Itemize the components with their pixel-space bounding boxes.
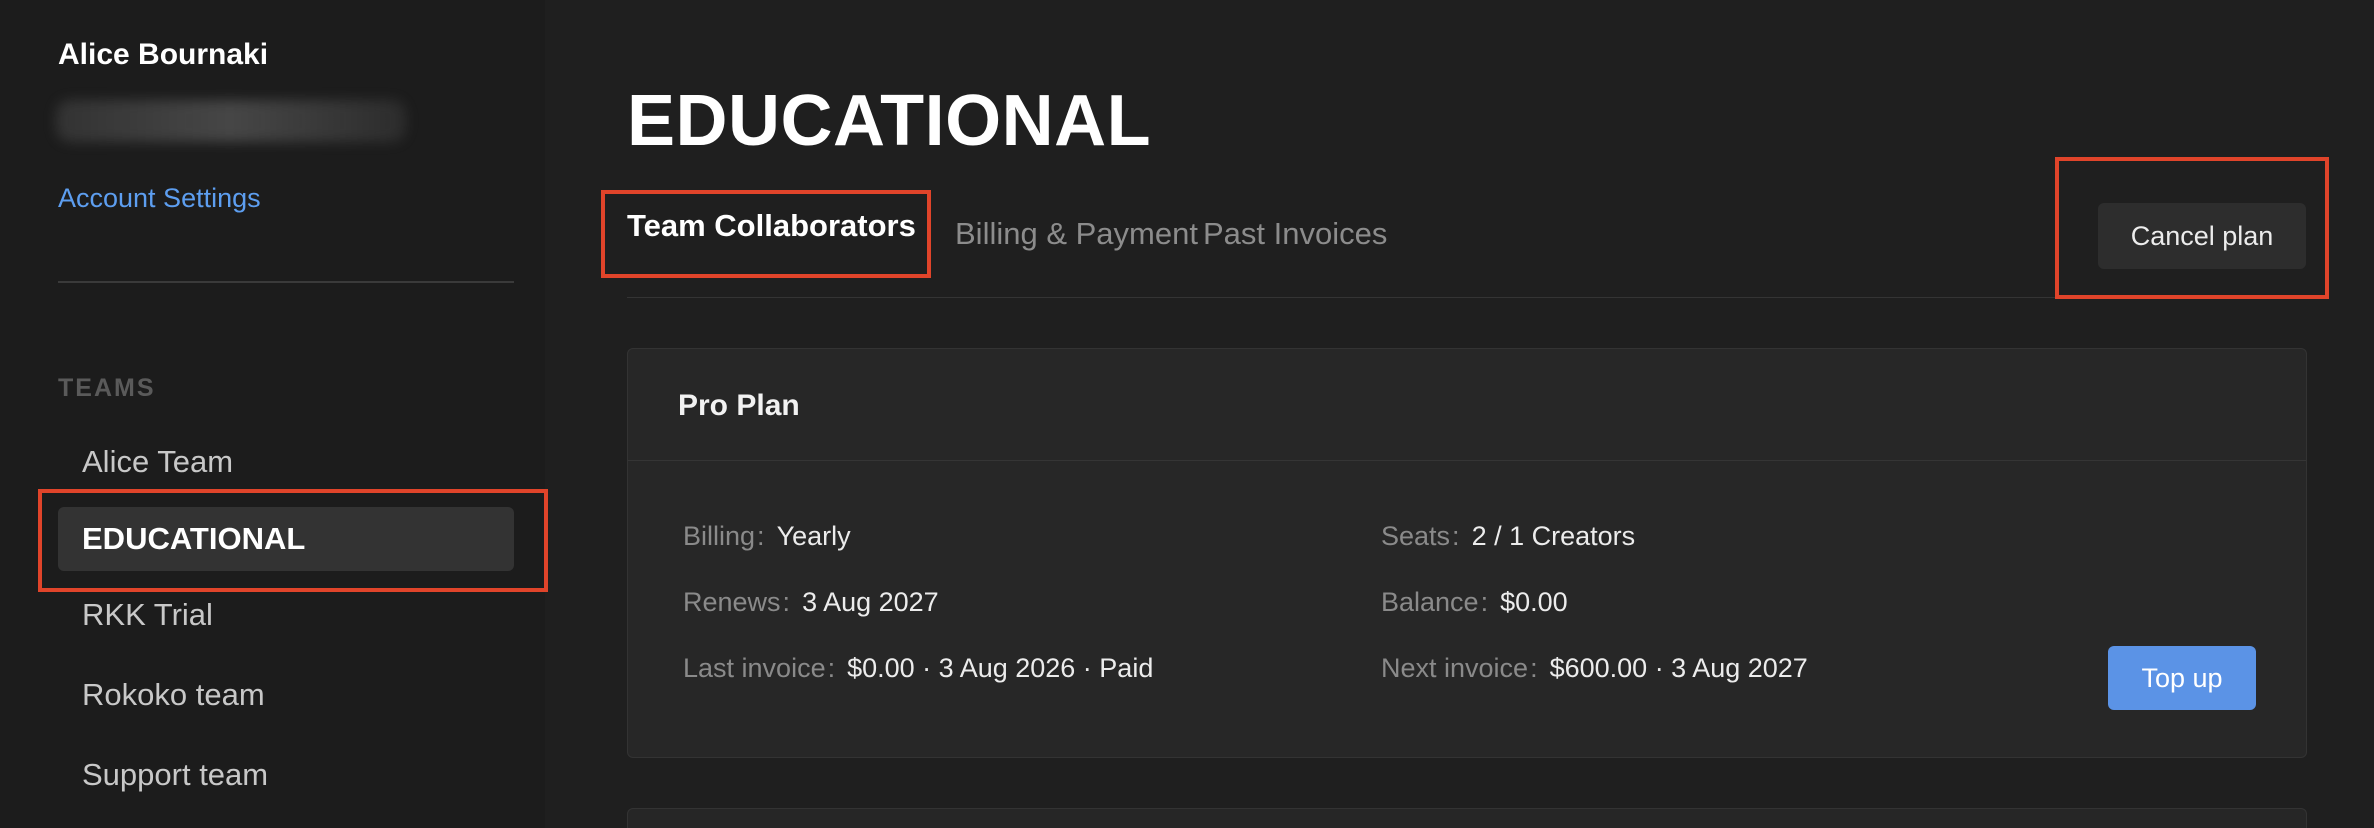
user-name: Alice Bournaki xyxy=(58,38,269,71)
plan-card: Pro Plan Billing: Yearly Renews: 3 Aug 202… xyxy=(627,348,2307,758)
billing-detail: Billing: Yearly xyxy=(683,521,851,552)
sidebar-item-rokoko-team[interactable]: Rokoko team xyxy=(58,663,514,727)
tab-billing-payment[interactable]: Billing & Payment xyxy=(955,216,1198,252)
renews-separator: : xyxy=(782,587,791,617)
cancel-plan-button[interactable]: Cancel plan xyxy=(2098,203,2306,269)
renews-detail: Renews: 3 Aug 2027 xyxy=(683,587,939,618)
next-invoice-detail: Next invoice: $600.00 · 3 Aug 2027 xyxy=(1381,653,1808,684)
seats-label: Seats xyxy=(1381,521,1451,551)
plan-card-header: Pro Plan xyxy=(628,349,2306,461)
last-invoice-label: Last invoice xyxy=(683,653,826,683)
renews-value: 3 Aug 2027 xyxy=(802,587,939,617)
next-invoice-label: Next invoice xyxy=(1381,653,1529,683)
balance-separator: : xyxy=(1480,587,1489,617)
sidebar-item-rkk-trial[interactable]: RKK Trial xyxy=(58,583,514,647)
sidebar-divider xyxy=(58,281,514,283)
tab-team-collaborators[interactable]: Team Collaborators xyxy=(627,208,916,244)
seats-detail: Seats: 2 / 1 Creators xyxy=(1381,521,1635,552)
last-invoice-separator: : xyxy=(827,653,836,683)
seats-value: 2 / 1 Creators xyxy=(1471,521,1636,551)
seats-separator: : xyxy=(1452,521,1460,551)
account-settings-link[interactable]: Account Settings xyxy=(58,183,261,214)
next-invoice-value: $600.00 · 3 Aug 2027 xyxy=(1549,653,1808,683)
next-invoice-separator: : xyxy=(1530,653,1538,683)
page-title: EDUCATIONAL xyxy=(627,81,1152,161)
last-invoice-detail: Last invoice: $0.00 · 3 Aug 2026 · Paid xyxy=(683,653,1153,684)
billing-value: Yearly xyxy=(776,521,851,551)
balance-label: Balance xyxy=(1381,587,1479,617)
billing-label: Billing xyxy=(683,521,756,551)
renews-label: Renews xyxy=(683,587,781,617)
sidebar: Alice Bournaki Account Settings TEAMS Al… xyxy=(0,0,548,828)
sidebar-item-support-team[interactable]: Support team xyxy=(58,743,514,807)
next-card-partial xyxy=(627,808,2307,828)
billing-separator: : xyxy=(757,521,765,551)
top-up-button[interactable]: Top up xyxy=(2108,646,2256,710)
main-content: EDUCATIONAL Team Collaborators Billing &… xyxy=(545,0,2374,828)
tab-past-invoices[interactable]: Past Invoices xyxy=(1203,216,1387,252)
last-invoice-value: $0.00 · 3 Aug 2026 · Paid xyxy=(847,653,1154,683)
sidebar-content: Alice Bournaki Account Settings TEAMS Al… xyxy=(0,0,548,828)
balance-detail: Balance: $0.00 xyxy=(1381,587,1568,618)
teams-heading: TEAMS xyxy=(58,374,156,402)
tabs-divider xyxy=(627,297,2307,298)
sidebar-item-alice-team[interactable]: Alice Team xyxy=(58,430,514,494)
app-window: Alice Bournaki Account Settings TEAMS Al… xyxy=(0,0,2374,828)
plan-title: Pro Plan xyxy=(678,389,800,422)
sidebar-item-educational[interactable]: EDUCATIONAL xyxy=(58,507,514,571)
balance-value: $0.00 xyxy=(1500,587,1568,617)
user-email-redacted xyxy=(56,100,406,142)
